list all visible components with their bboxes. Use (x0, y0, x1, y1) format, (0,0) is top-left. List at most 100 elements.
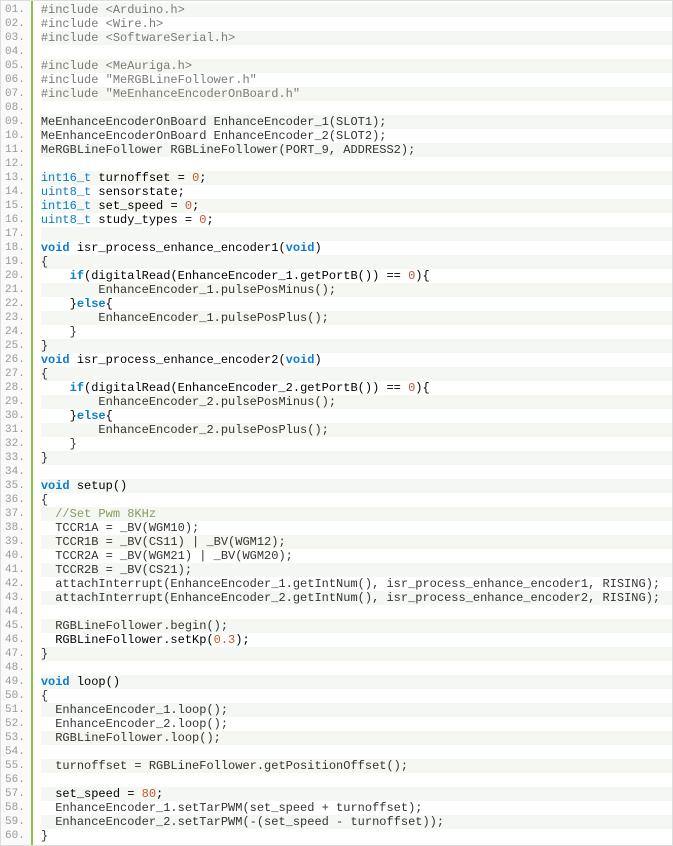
line-number: 50. (5, 689, 25, 703)
line-number: 09. (5, 115, 25, 129)
code-line: MeEnhanceEncoderOnBoard EnhanceEncoder_1… (41, 115, 672, 129)
line-number: 02. (5, 17, 25, 31)
code-line: EnhanceEncoder_2.pulsePosPlus(); (41, 423, 672, 437)
line-number: 31. (5, 423, 25, 437)
line-number: 19. (5, 255, 25, 269)
code-line: void loop() (41, 675, 672, 689)
line-number: 44. (5, 605, 25, 619)
code-line: EnhanceEncoder_1.pulsePosPlus(); (41, 311, 672, 325)
code-line: EnhanceEncoder_1.loop(); (41, 703, 672, 717)
code-block: 01.02.03.04.05.06.07.08.09.10.11.12.13.1… (0, 0, 673, 846)
code-line: MeRGBLineFollower RGBLineFollower(PORT_9… (41, 143, 672, 157)
code-line: EnhanceEncoder_2.pulsePosMinus(); (41, 395, 672, 409)
line-number: 17. (5, 227, 25, 241)
code-line: EnhanceEncoder_2.setTarPWM(-(set_speed -… (41, 815, 672, 829)
code-line: #include <Arduino.h> (41, 3, 672, 17)
line-number: 30. (5, 409, 25, 423)
line-number: 14. (5, 185, 25, 199)
code-line: uint8_t sensorstate; (41, 185, 672, 199)
line-number: 32. (5, 437, 25, 451)
line-number: 38. (5, 521, 25, 535)
line-number: 41. (5, 563, 25, 577)
line-number: 40. (5, 549, 25, 563)
line-number: 10. (5, 129, 25, 143)
code-line: //Set Pwm 8KHz (41, 507, 672, 521)
code-line: #include <Wire.h> (41, 17, 672, 31)
code-content: #include <Arduino.h>#include <Wire.h> #in… (33, 1, 672, 845)
line-number: 16. (5, 213, 25, 227)
code-line: RGBLineFollower.loop(); (41, 731, 672, 745)
line-number: 36. (5, 493, 25, 507)
code-line (41, 227, 672, 241)
line-number: 39. (5, 535, 25, 549)
line-number: 13. (5, 171, 25, 185)
code-line: TCCR1B = _BV(CS11) | _BV(WGM12); (41, 535, 672, 549)
line-number: 26. (5, 353, 25, 367)
code-line: RGBLineFollower.setKp(0.3); (41, 633, 672, 647)
code-line: } (41, 451, 672, 465)
code-line: } (41, 339, 672, 353)
line-number: 15. (5, 199, 25, 213)
code-line: { (41, 493, 672, 507)
code-line: attachInterrupt(EnhanceEncoder_2.getIntN… (41, 591, 672, 605)
code-line (41, 661, 672, 675)
line-number: 01. (5, 3, 25, 17)
line-number: 06. (5, 73, 25, 87)
line-number: 11. (5, 143, 25, 157)
line-number: 55. (5, 759, 25, 773)
line-number: 29. (5, 395, 25, 409)
code-line (41, 45, 672, 59)
line-number: 58. (5, 801, 25, 815)
code-line: } (41, 647, 672, 661)
line-number: 54. (5, 745, 25, 759)
line-number: 07. (5, 87, 25, 101)
line-number: 34. (5, 465, 25, 479)
line-number: 33. (5, 451, 25, 465)
line-number: 08. (5, 101, 25, 115)
code-line: if(digitalRead(EnhanceEncoder_1.getPortB… (41, 269, 672, 283)
line-number: 21. (5, 283, 25, 297)
code-line: }else{ (41, 297, 672, 311)
code-line: int16_t turnoffset = 0; (41, 171, 672, 185)
line-number-gutter: 01.02.03.04.05.06.07.08.09.10.11.12.13.1… (1, 1, 33, 845)
line-number: 27. (5, 367, 25, 381)
line-number: 18. (5, 241, 25, 255)
code-line: { (41, 255, 672, 269)
code-line: { (41, 689, 672, 703)
code-line: } (41, 325, 672, 339)
code-line: #include "MeEnhanceEncoderOnBoard.h" (41, 87, 672, 101)
code-line: set_speed = 80; (41, 787, 672, 801)
line-number: 04. (5, 45, 25, 59)
line-number: 35. (5, 479, 25, 493)
code-line: void setup() (41, 479, 672, 493)
code-line (41, 773, 672, 787)
code-line: #include <MeAuriga.h> (41, 59, 672, 73)
line-number: 48. (5, 661, 25, 675)
line-number: 22. (5, 297, 25, 311)
code-line: EnhanceEncoder_1.setTarPWM(set_speed + t… (41, 801, 672, 815)
code-line: EnhanceEncoder_1.pulsePosMinus(); (41, 283, 672, 297)
line-number: 24. (5, 325, 25, 339)
code-line: MeEnhanceEncoderOnBoard EnhanceEncoder_2… (41, 129, 672, 143)
line-number: 49. (5, 675, 25, 689)
line-number: 25. (5, 339, 25, 353)
code-line (41, 745, 672, 759)
line-number: 46. (5, 633, 25, 647)
code-line: turnoffset = RGBLineFollower.getPosition… (41, 759, 672, 773)
code-line: if(digitalRead(EnhanceEncoder_2.getPortB… (41, 381, 672, 395)
code-line (41, 605, 672, 619)
line-number: 56. (5, 773, 25, 787)
line-number: 59. (5, 815, 25, 829)
code-line: #include "MeRGBLineFollower.h" (41, 73, 672, 87)
line-number: 03. (5, 31, 25, 45)
code-line (41, 157, 672, 171)
code-line: TCCR2A = _BV(WGM21) | _BV(WGM20); (41, 549, 672, 563)
line-number: 20. (5, 269, 25, 283)
code-line: }else{ (41, 409, 672, 423)
line-number: 37. (5, 507, 25, 521)
line-number: 60. (5, 829, 25, 843)
code-line (41, 465, 672, 479)
code-line: uint8_t study_types = 0; (41, 213, 672, 227)
code-line: EnhanceEncoder_2.loop(); (41, 717, 672, 731)
line-number: 51. (5, 703, 25, 717)
